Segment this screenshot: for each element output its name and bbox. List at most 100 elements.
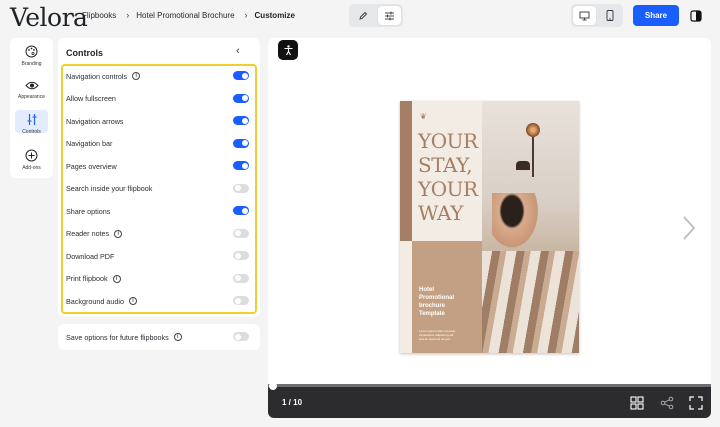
toggle-navigation-bar[interactable] [233,138,249,148]
toggle-knob [241,207,248,214]
subtitle-line: Promotional [419,295,455,301]
toggle-knob [241,117,248,124]
collapse-panel-button[interactable]: ‹ [236,45,240,57]
sliders-horizontal-icon [385,11,394,20]
share-flipbook-button[interactable] [660,396,674,415]
control-label: Navigation bar [66,139,113,148]
edit-mode-toggle [349,4,403,27]
toggle-background-audio[interactable] [233,296,249,305]
control-label: Download PDF [66,251,115,261]
mobile-preview-button[interactable] [599,6,622,25]
control-row-allow-fullscreen: Allow fullscreen [66,91,252,107]
fullscreen-button[interactable] [689,396,703,415]
info-icon[interactable]: i [114,229,123,238]
control-row-navigation-bar: Navigation bar [66,136,252,152]
edit-button[interactable] [351,6,374,25]
chevron-right-icon: › [126,10,130,20]
fullscreen-icon [689,396,703,410]
toggle-share-options[interactable] [233,206,249,215]
accessibility-icon [284,44,292,55]
info-icon[interactable]: i [128,297,137,305]
hotel-photo [482,101,579,353]
info-icon[interactable]: i [132,72,141,80]
lamp-graphic [526,123,540,137]
control-label: Navigation controls [66,71,128,81]
toggle-knob [234,333,241,340]
contrast-icon [690,10,702,22]
page-progress-track[interactable] [268,384,711,387]
rail-label: Appearance [18,94,45,100]
sliders-icon [27,114,36,125]
subtitle-line: Hotel [419,287,434,293]
rail-item-addons[interactable]: Add-ons [10,149,53,171]
toggle-pages-overview[interactable] [233,161,249,170]
plus-circle-icon [25,149,38,162]
rail-label: Add-ons [22,165,41,171]
save-options-toggle[interactable] [233,332,249,341]
pages-overview-button[interactable] [630,396,644,415]
theme-toggle-button[interactable] [690,9,702,22]
pencil-icon [358,11,367,20]
control-row-print-flipbook: Print flipbook i [66,271,252,287]
brochure-page[interactable]: ❦ YOUR STAY, YOUR WAY Hotel Promotional … [400,101,579,353]
control-label: Allow fullscreen [66,94,116,103]
brochure-headline: YOUR STAY, YOUR WAY [418,129,478,225]
breadcrumb-flipbooks[interactable]: Flipbooks [82,11,116,20]
toggle-search-inside-your-flipbook[interactable] [233,183,249,193]
top-bar: Velora › Flipbooks › Hotel Promotional B… [0,0,720,33]
toggle-knob [241,162,248,169]
info-icon[interactable]: i [173,333,182,341]
rail-item-branding[interactable]: Branding [10,45,53,67]
customize-button[interactable] [378,6,401,25]
control-row-navigation-arrows: Navigation arrows [66,113,252,129]
control-row-reader-notes: Reader notes i [66,226,252,242]
page-progress-handle[interactable] [269,382,277,390]
lamp-shade [516,161,530,170]
save-options-panel: Save options for future flipbooks i [58,324,260,350]
headline-line: YOUR [418,177,478,201]
control-row-background-audio: Background audio i [66,293,252,309]
control-label: Reader notes [66,229,110,238]
next-page-button[interactable] [682,216,696,245]
toggle-navigation-arrows[interactable] [233,116,249,125]
rail-item-appearance[interactable]: Appearance [10,80,53,100]
toggle-allow-fullscreen[interactable] [233,93,249,103]
woman-figure [492,193,542,253]
share-button[interactable]: Share [633,5,679,26]
chevron-right-icon [683,216,696,240]
control-row-search-inside-your-flipbook: Search inside your flipbook [66,181,252,197]
rail-item-controls[interactable]: Controls [10,110,53,135]
info-icon[interactable]: i [112,274,121,283]
toggle-reader-notes[interactable] [233,228,249,238]
toggle-print-flipbook[interactable] [233,273,249,283]
settings-rail: Branding Appearance Controls Add-ons [10,38,53,178]
desktop-preview-button[interactable] [572,6,596,25]
breadcrumb: › Flipbooks › Hotel Promotional Brochure… [72,10,305,20]
headline-line: YOUR [418,129,478,153]
striped-blanket [482,251,579,353]
toggle-knob [234,185,241,191]
chevron-left-icon: ‹ [236,45,240,57]
rail-label: Branding [21,61,42,67]
eye-icon [24,81,39,90]
flipbook-preview: ❦ YOUR STAY, YOUR WAY Hotel Promotional … [268,38,711,418]
toggle-knob [234,275,241,281]
brochure-body-text: Lorem ipsum dolor sit amet consectetur a… [419,329,456,341]
viewer-toolbar [268,384,711,418]
toggle-download-pdf[interactable] [233,251,249,260]
control-row-download-pdf: Download PDF [66,248,252,264]
subtitle-line: brochure [419,303,446,309]
toggle-knob [241,95,248,101]
monitor-icon [579,11,589,20]
brochure-subtitle: Hotel Promotional brochure Template [419,286,454,318]
control-label: Share options [66,206,111,216]
headline-line: WAY [418,201,463,225]
toggle-navigation-controls[interactable] [233,71,249,80]
save-options-label: Save options for future flipbooks [66,332,169,342]
accessibility-button[interactable] [278,40,298,60]
lamp-arm [532,137,534,177]
toggle-knob [234,252,241,259]
controls-panel: Controls ‹ Navigation controls i Allow ful… [58,38,260,317]
breadcrumb-brochure[interactable]: Hotel Promotional Brochure [136,11,234,20]
subtitle-line: Template [419,311,445,317]
